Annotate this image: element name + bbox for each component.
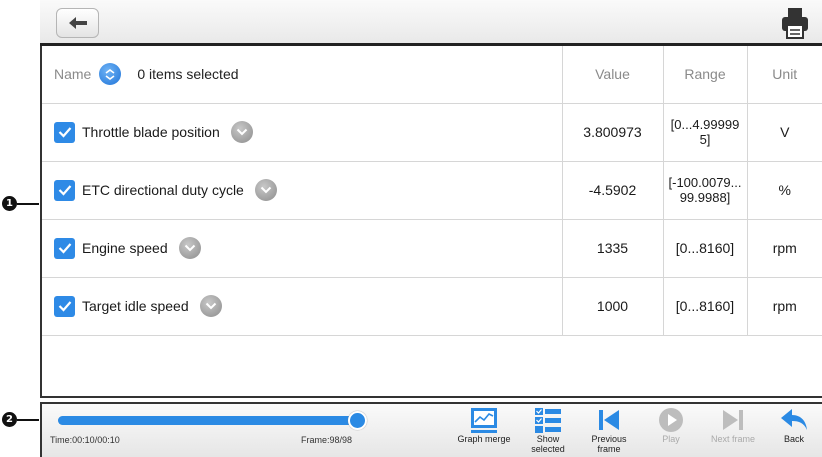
sort-dropdown-button[interactable]	[99, 63, 122, 86]
row-name-label: Throttle blade position	[82, 124, 220, 140]
callout-1-line	[17, 202, 39, 205]
next-frame-button[interactable]: Next frame	[701, 406, 765, 444]
skip-next-icon	[723, 410, 743, 430]
callout-1: 1	[2, 196, 39, 211]
top-toolbar	[40, 0, 822, 46]
header-name-label: Name	[54, 66, 92, 83]
table-row[interactable]: ETC directional duty cycle -4.5902 [-100…	[42, 161, 822, 220]
row-checkbox[interactable]	[54, 121, 75, 143]
checkmark-icon	[58, 301, 71, 312]
row-checkbox[interactable]	[54, 295, 75, 317]
previous-frame-label-line2: frame	[597, 444, 621, 454]
selected-count: 0 items selected	[137, 66, 239, 83]
row-value: -4.5902	[561, 161, 663, 220]
chevron-down-icon	[236, 128, 247, 136]
playback-toolbar: Time:00:10/00:10 Frame:98/98 Graph merge	[40, 402, 822, 457]
callout-1-number: 1	[2, 196, 17, 211]
row-name-label: Engine speed	[82, 240, 168, 256]
row-value: 3.800973	[561, 103, 663, 162]
return-arrow-icon	[781, 409, 807, 430]
row-unit: %	[746, 161, 822, 220]
play-icon	[659, 408, 683, 432]
graph-merge-icon	[471, 408, 497, 433]
graph-merge-label: Graph merge	[457, 434, 511, 444]
row-name-label: ETC directional duty cycle	[82, 182, 244, 198]
row-dropdown-button[interactable]	[254, 179, 277, 201]
callout-2-line	[17, 418, 39, 421]
back-button[interactable]: Back	[762, 406, 822, 444]
time-readout: Time:00:10/00:10	[50, 435, 120, 445]
checkmark-icon	[58, 127, 71, 138]
previous-frame-button[interactable]: Previous frame	[577, 406, 641, 454]
row-unit: V	[746, 103, 822, 162]
printer-icon	[782, 8, 808, 39]
header-value: Value	[561, 46, 663, 104]
checkmark-icon	[58, 185, 71, 196]
row-range: [0...8160]	[662, 219, 747, 278]
back-label: Back	[783, 434, 804, 444]
callout-2: 2	[2, 412, 39, 427]
data-table: Name 0 items selected Value Range Unit T…	[42, 46, 822, 336]
graph-merge-button[interactable]: Graph merge	[452, 406, 516, 444]
expand-icon	[105, 69, 115, 81]
chevron-down-icon	[205, 302, 216, 310]
progress-fill	[58, 416, 358, 425]
row-unit: rpm	[746, 219, 822, 278]
play-button[interactable]: Play	[639, 406, 703, 444]
frame-readout: Frame:98/98	[301, 435, 353, 445]
previous-frame-label-line1: Previous	[591, 434, 627, 444]
row-range: [0...4.999995]	[662, 103, 747, 162]
header-unit: Unit	[746, 46, 822, 104]
skip-previous-icon	[599, 410, 619, 430]
row-range: [-100.0079...99.9988]	[662, 161, 747, 220]
checkmark-icon	[58, 243, 71, 254]
row-dropdown-button[interactable]	[230, 121, 253, 143]
show-selected-label-line1: Show	[536, 434, 560, 444]
row-dropdown-button[interactable]	[178, 237, 201, 259]
row-value: 1000	[561, 277, 663, 336]
callout-2-number: 2	[2, 412, 17, 427]
table-row[interactable]: Target idle speed 1000 [0...8160] rpm	[42, 277, 822, 336]
next-frame-label: Next frame	[710, 434, 755, 444]
row-checkbox[interactable]	[54, 237, 75, 259]
row-value: 1335	[561, 219, 663, 278]
chevron-down-icon	[260, 186, 272, 194]
header-range: Range	[662, 46, 747, 104]
row-name-label: Target idle speed	[82, 298, 189, 314]
table-row[interactable]: Engine speed 1335 [0...8160] rpm	[42, 219, 822, 278]
row-unit: rpm	[746, 277, 822, 336]
table-header-row: Name 0 items selected Value Range Unit	[42, 46, 822, 104]
row-range: [0...8160]	[662, 277, 747, 336]
data-list-panel: Name 0 items selected Value Range Unit T…	[40, 46, 822, 398]
print-button[interactable]	[780, 6, 810, 40]
row-dropdown-button[interactable]	[199, 295, 222, 317]
table-row[interactable]: Throttle blade position 3.800973 [0...4.…	[42, 103, 822, 162]
playback-progress-slider[interactable]	[58, 411, 367, 430]
list-check-icon	[535, 408, 561, 433]
back-arrow-icon	[68, 17, 87, 29]
top-back-button[interactable]	[56, 8, 99, 38]
data-stream-screen: 1 2 Name 0 items selected Value Range Un…	[0, 0, 822, 457]
chevron-down-icon	[184, 244, 195, 252]
show-selected-label-line2: selected	[531, 444, 565, 454]
header-name-cell: Name 0 items selected	[42, 46, 562, 104]
row-checkbox[interactable]	[54, 179, 75, 201]
progress-knob[interactable]	[348, 411, 367, 430]
show-selected-button[interactable]: Show selected	[516, 406, 580, 454]
play-label: Play	[662, 434, 680, 444]
